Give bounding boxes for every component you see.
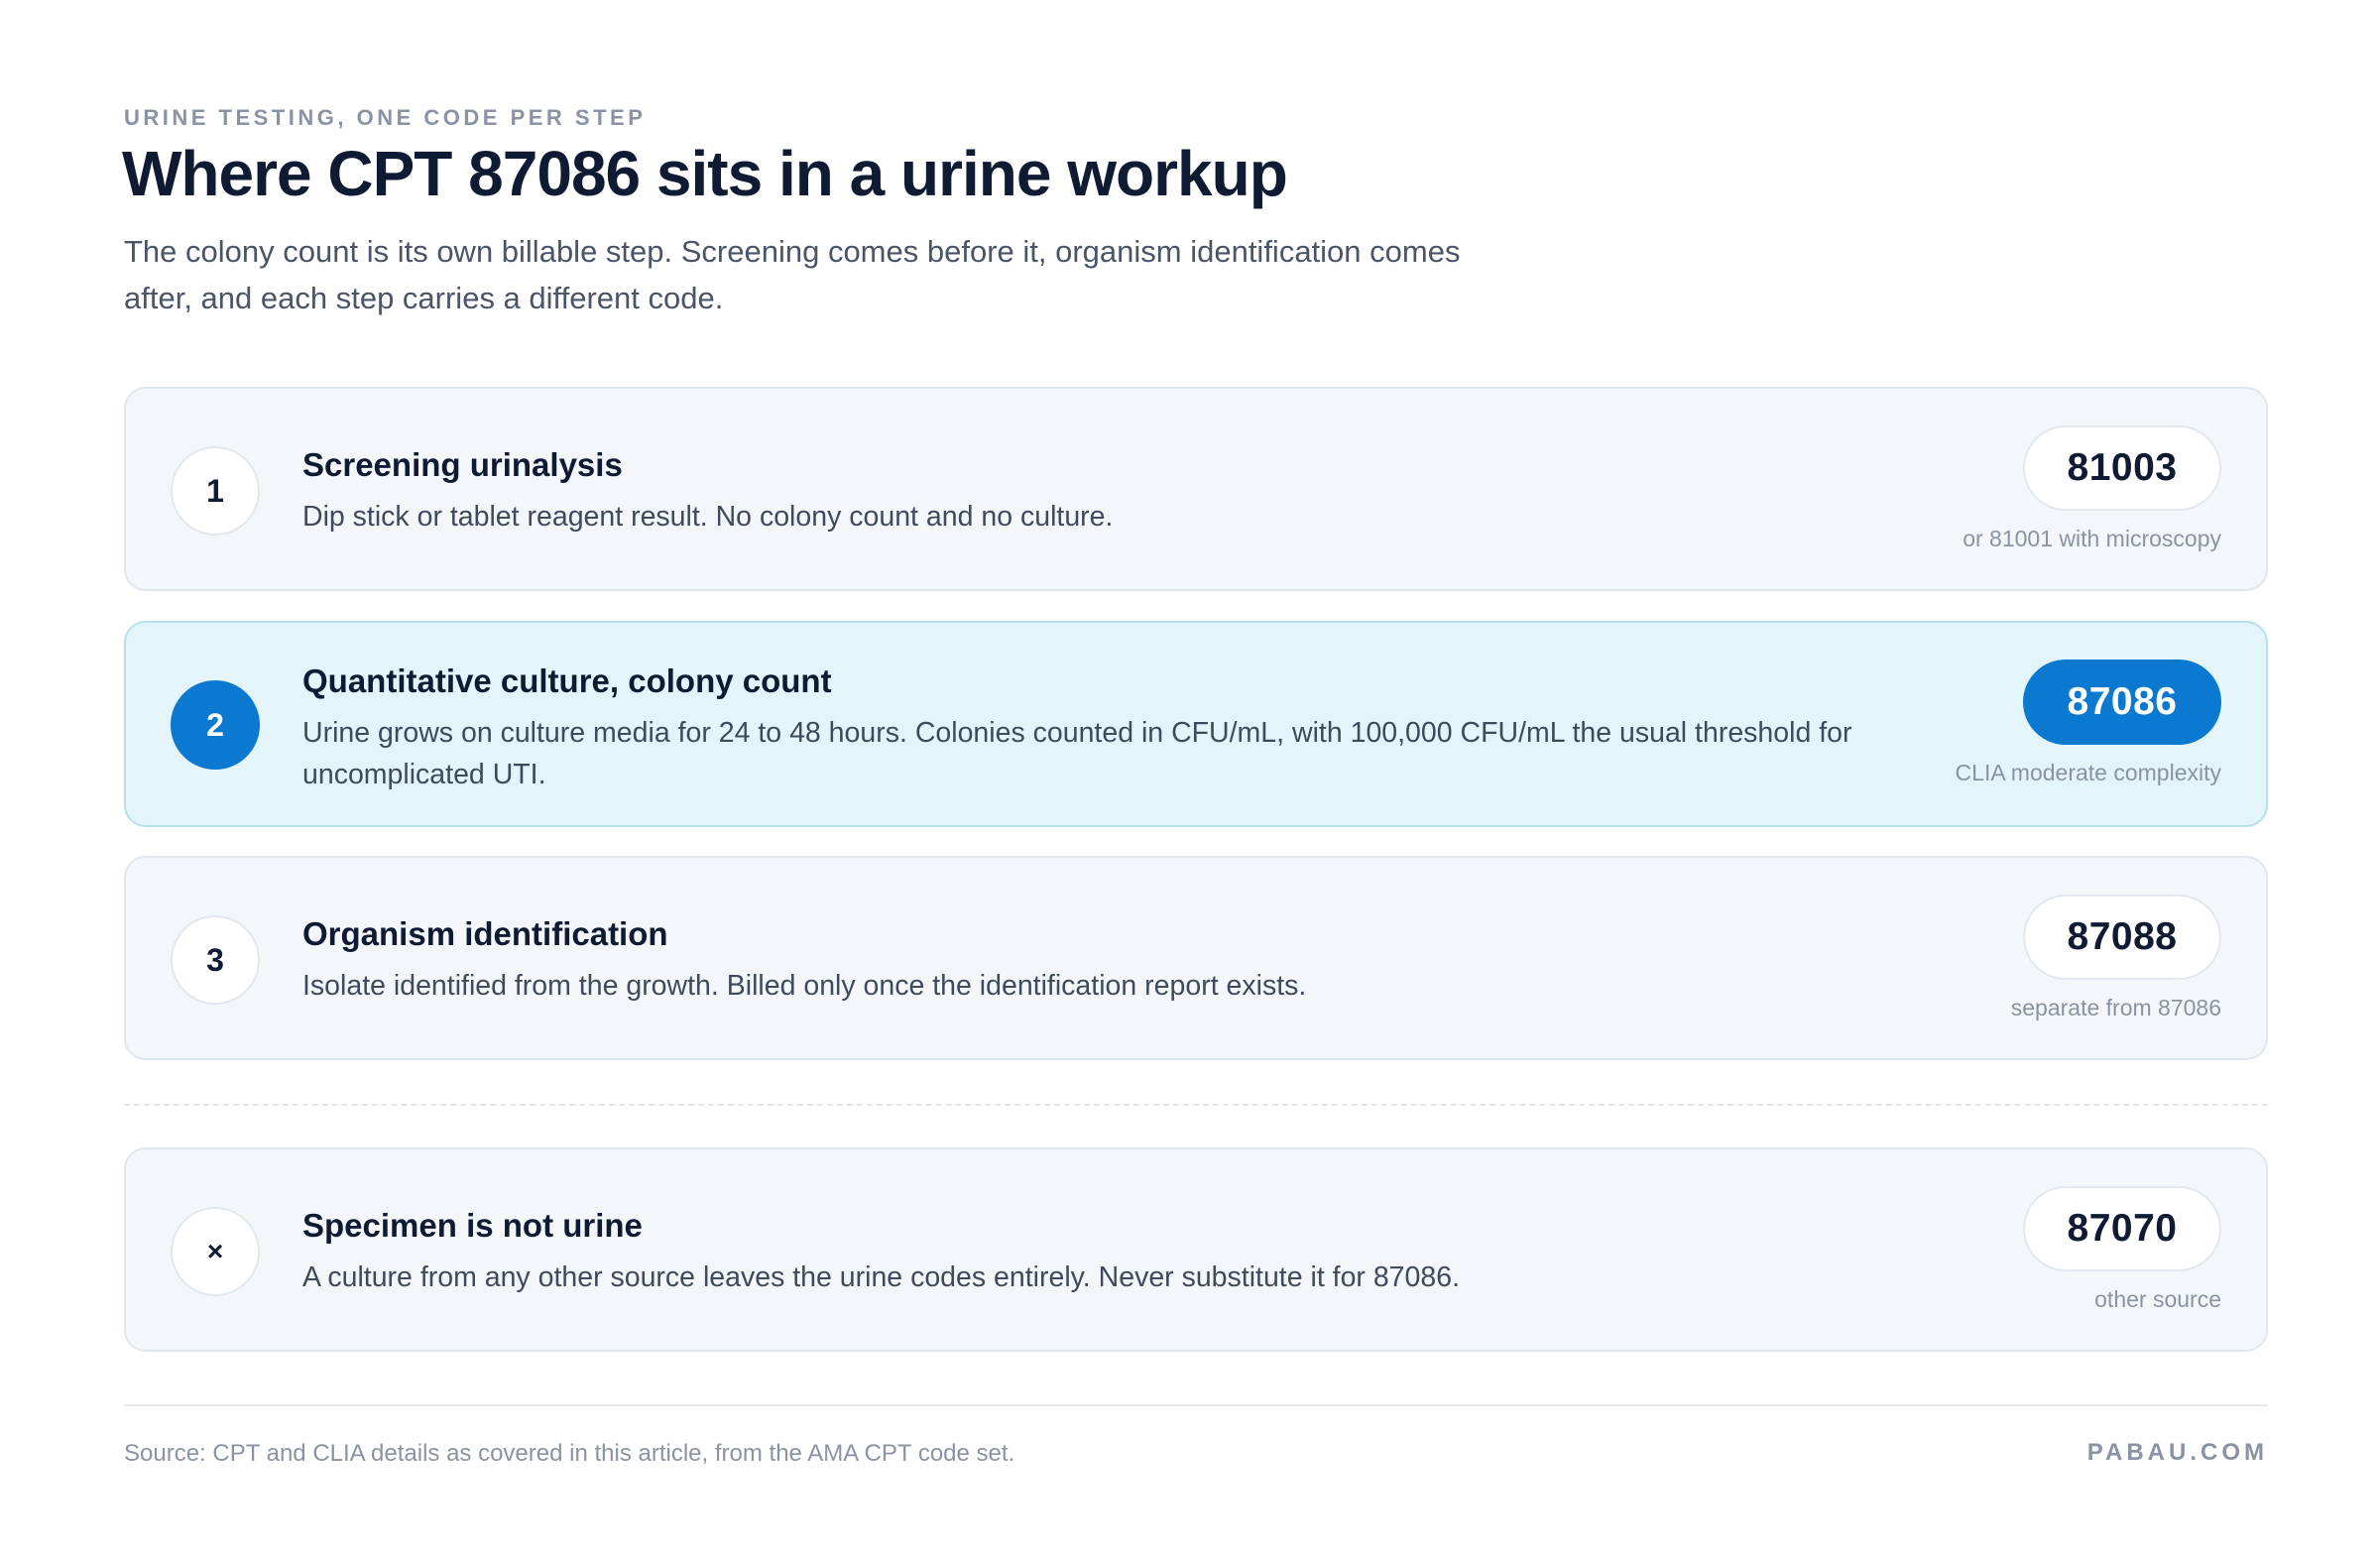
cpt-code-pill: 87088 (2023, 895, 2221, 980)
step-card-screening: 1 Screening urinalysis Dip stick or tabl… (124, 387, 2268, 591)
cpt-code-pill: 81003 (2023, 425, 2221, 511)
cpt-code-note: separate from 87086 (2010, 995, 2221, 1020)
cpt-code-pill: 87070 (2023, 1186, 2221, 1271)
step-description: Dip stick or tablet reagent result. No c… (302, 501, 1114, 533)
step-card-colony-count: 2 Quantitative culture, colony count Uri… (124, 621, 2268, 827)
section-divider (124, 1104, 2268, 1106)
brand-logo-text: PABAU.COM (2086, 1439, 2268, 1466)
page: URINE TESTING, ONE CODE PER STEP Where C… (0, 0, 2380, 1559)
step-card-not-urine: × Specimen is not urine A culture from a… (124, 1147, 2268, 1352)
step-title: Screening urinalysis (302, 446, 623, 483)
cpt-code-pill-highlighted: 87086 (2023, 660, 2221, 745)
step-description: A culture from any other source leaves t… (302, 1261, 1460, 1293)
cpt-code-note: other source (2094, 1286, 2221, 1312)
eyebrow-label: URINE TESTING, ONE CODE PER STEP (124, 105, 647, 130)
page-title: Where CPT 87086 sits in a urine workup (122, 138, 1288, 209)
step-number-badge: 2 (171, 680, 260, 770)
source-note: Source: CPT and CLIA details as covered … (124, 1440, 1015, 1467)
step-card-identification: 3 Organism identification Isolate identi… (124, 856, 2268, 1060)
footer-divider (124, 1404, 2268, 1406)
cpt-code-note: or 81001 with microscopy (1963, 526, 2221, 551)
step-title: Organism identification (302, 915, 668, 952)
step-description: Isolate identified from the growth. Bill… (302, 970, 1307, 1002)
step-number-badge: 1 (171, 446, 260, 536)
step-title: Quantitative culture, colony count (302, 662, 832, 699)
step-number-badge: 3 (171, 915, 260, 1005)
cpt-code-note: CLIA moderate complexity (1955, 760, 2221, 785)
page-subtitle: The colony count is its own billable ste… (124, 234, 1461, 315)
step-title: Specimen is not urine (302, 1207, 643, 1244)
close-icon: × (171, 1207, 260, 1296)
step-description: Urine grows on culture media for 24 to 4… (302, 717, 1852, 790)
